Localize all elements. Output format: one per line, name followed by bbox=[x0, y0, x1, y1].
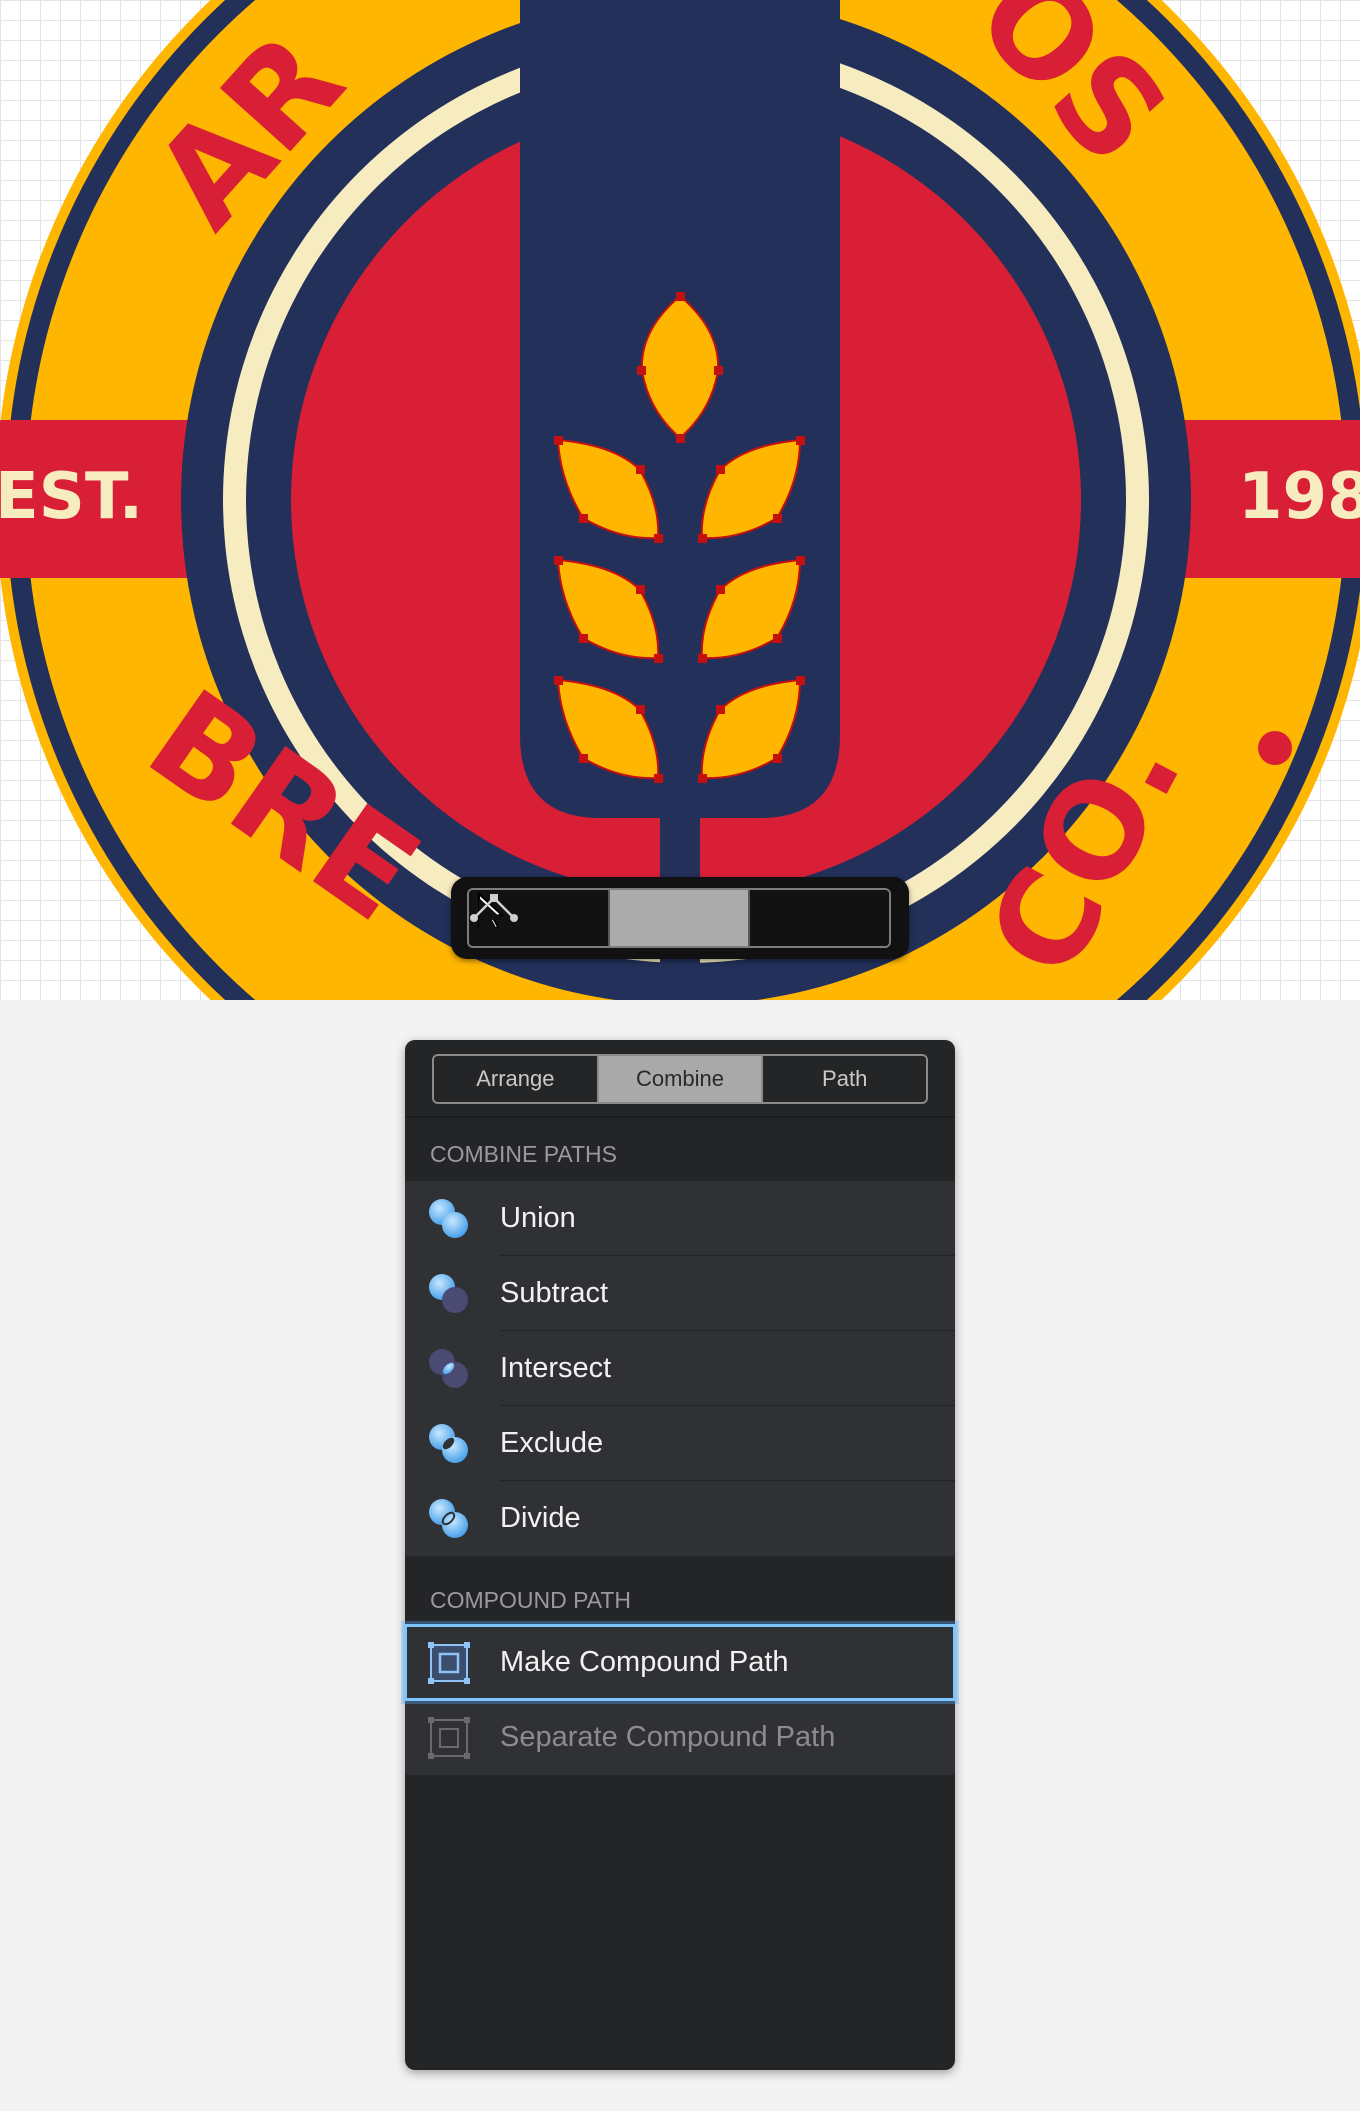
add-selection-tool-button[interactable] bbox=[479, 890, 751, 946]
divide-row[interactable]: Divide bbox=[405, 1481, 955, 1556]
badge-illustration: AR OS BRE CO. EST. 198 bbox=[0, 0, 1360, 1000]
intersect-icon bbox=[427, 1347, 471, 1391]
make-compound-path-label: Make Compound Path bbox=[500, 1646, 789, 1678]
compound-path-list: Make Compound Path Separate Compound Pat… bbox=[404, 1624, 956, 1775]
combine-paths-list: Union Subtract Intersect Exclude Divide bbox=[405, 1181, 955, 1556]
make-compound-path-icon bbox=[427, 1641, 471, 1685]
union-row[interactable]: Union bbox=[405, 1181, 955, 1256]
panel-tab-bar: Arrange Combine Path bbox=[432, 1054, 928, 1104]
compound-path-header: COMPOUND PATH bbox=[430, 1587, 632, 1613]
tab-divider bbox=[405, 1116, 955, 1118]
subtract-row[interactable]: Subtract bbox=[405, 1256, 955, 1331]
subtract-icon bbox=[427, 1272, 471, 1316]
ribbon-text-left: EST. bbox=[0, 460, 143, 534]
divide-label: Divide bbox=[500, 1502, 581, 1534]
badge-dot bbox=[1258, 731, 1292, 765]
intersect-row[interactable]: Intersect bbox=[405, 1331, 955, 1406]
tab-arrange[interactable]: Arrange bbox=[434, 1056, 599, 1102]
artboard-canvas[interactable]: AR OS BRE CO. EST. 198 bbox=[0, 0, 1360, 1000]
union-icon bbox=[427, 1197, 471, 1241]
tab-combine[interactable]: Combine bbox=[598, 1056, 764, 1102]
subtract-label: Subtract bbox=[500, 1277, 608, 1309]
combine-paths-header: COMBINE PATHS bbox=[430, 1141, 617, 1167]
combine-panel: Arrange Combine Path COMBINE PATHS Union… bbox=[404, 1040, 956, 2070]
intersect-label: Intersect bbox=[500, 1352, 612, 1384]
selection-tool-segment bbox=[467, 888, 891, 948]
node-edit-tool-button[interactable] bbox=[470, 890, 889, 946]
selection-tool-bar bbox=[451, 877, 909, 959]
exclude-icon bbox=[427, 1422, 471, 1466]
divide-icon bbox=[427, 1497, 471, 1541]
union-label: Union bbox=[500, 1202, 576, 1234]
separate-compound-path-row[interactable]: Separate Compound Path bbox=[405, 1700, 955, 1775]
exclude-row[interactable]: Exclude bbox=[405, 1406, 955, 1481]
tab-path[interactable]: Path bbox=[763, 1056, 926, 1102]
exclude-label: Exclude bbox=[500, 1427, 604, 1459]
separate-compound-path-icon bbox=[427, 1716, 471, 1760]
make-compound-path-row[interactable]: Make Compound Path bbox=[404, 1624, 956, 1701]
ribbon-text-right: 198 bbox=[1238, 460, 1360, 534]
separate-compound-path-label: Separate Compound Path bbox=[500, 1721, 836, 1753]
